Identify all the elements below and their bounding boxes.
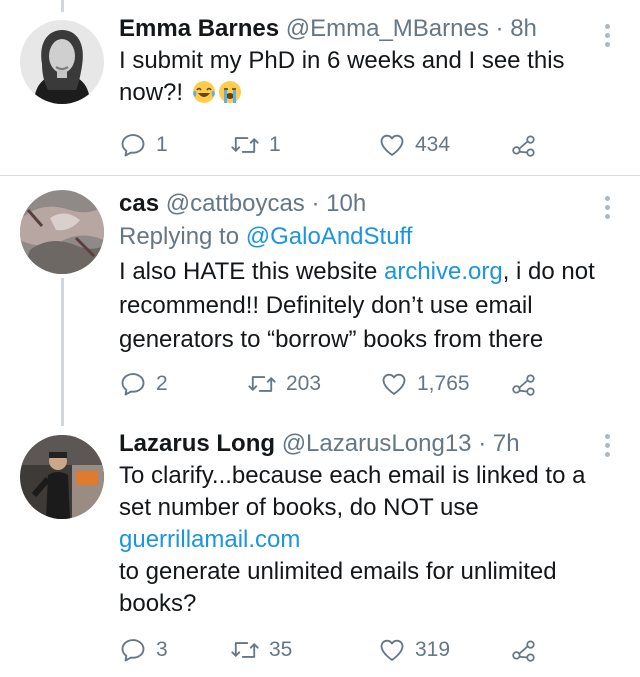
heart-icon [382, 373, 406, 395]
reply-icon [121, 134, 145, 157]
author-name[interactable]: cas [119, 190, 159, 217]
like-button[interactable]: 1,765 [380, 369, 470, 399]
retweet-button[interactable]: 203 [247, 369, 321, 399]
avatar[interactable] [20, 20, 104, 104]
author-handle[interactable]: @cattboycas [166, 190, 305, 217]
replying-to-label: Replying to [119, 223, 240, 250]
tweet-text-segment: , i do not [502, 258, 595, 285]
replying-to-handle[interactable]: @GaloAndStuff [246, 223, 413, 250]
reply-icon [121, 639, 145, 662]
tweet-text: I also HATE this website archive.org, i … [119, 255, 620, 357]
share-button[interactable] [511, 369, 537, 399]
tweet-header: Emma Barnes @Emma_MBarnes · 8h [119, 14, 620, 44]
tweet-header: Lazarus Long @LazarusLong13 · 7h [119, 429, 620, 459]
like-button[interactable]: 319 [378, 635, 450, 665]
share-icon [512, 374, 535, 396]
like-count: 319 [415, 638, 451, 661]
tweet-link[interactable]: guerrillamail.com [119, 524, 620, 556]
reply-count: 2 [156, 372, 168, 395]
like-count: 1,765 [417, 372, 470, 395]
tweet[interactable]: Lazarus Long @LazarusLong13 · 7h To clar… [0, 420, 640, 677]
reply-button[interactable]: 1 [119, 130, 168, 160]
tweet-timestamp[interactable]: 7h [493, 430, 520, 457]
reply-count: 3 [156, 638, 168, 661]
retweet-icon [231, 137, 259, 153]
tweet-text-line: set number of books, do NOT use [119, 494, 479, 521]
tweet-text-line: I submit my PhD in 6 weeks and I see thi… [119, 47, 565, 74]
reply-button[interactable]: 2 [119, 369, 168, 399]
reply-icon [121, 373, 145, 396]
author-name[interactable]: Lazarus Long [119, 430, 275, 457]
tweet-actions: 1 1 434 [119, 130, 559, 160]
tweet-text-line: To clarify...because each email is linke… [119, 462, 586, 489]
replying-to: Replying to @GaloAndStuff [119, 222, 620, 252]
retweet-icon [248, 376, 276, 392]
more-options-icon[interactable] [604, 434, 612, 461]
share-button[interactable] [511, 130, 537, 160]
tweet-text-line: now?! [119, 79, 184, 106]
more-options-icon[interactable] [604, 196, 612, 223]
tweet[interactable]: cas @cattboycas · 10h Replying to @GaloA… [0, 176, 640, 420]
tweet-text-line: generators to “borrow” books from there [119, 326, 544, 353]
reply-button[interactable]: 3 [119, 635, 168, 665]
separator-dot: · [311, 190, 320, 217]
loudly-crying-face-icon [218, 80, 242, 113]
author-handle[interactable]: @LazarusLong13 [282, 430, 472, 457]
tweet-text-line: recommend!! Definitely don’t use email [119, 292, 533, 319]
tweet-text: To clarify...because each email is linke… [119, 460, 620, 620]
share-icon [512, 135, 535, 157]
retweet-button[interactable]: 1 [230, 130, 281, 160]
retweet-count: 35 [269, 638, 293, 661]
avatar[interactable] [20, 435, 104, 519]
tweet-feed: Emma Barnes @Emma_MBarnes · 8h I submit … [0, 0, 640, 677]
heart-icon [380, 134, 404, 156]
retweet-count: 203 [286, 372, 322, 395]
author-name[interactable]: Emma Barnes [119, 15, 279, 42]
tweet-actions: 2 203 1,765 [119, 369, 559, 399]
tweet-text-line: books? [119, 590, 197, 617]
separator-dot: · [478, 430, 487, 457]
avatar[interactable] [20, 190, 104, 274]
heart-icon [380, 639, 404, 661]
tweet-text-line: to generate unlimited emails for unlimit… [119, 558, 557, 585]
more-options-icon[interactable] [604, 24, 612, 51]
tweet-header: cas @cattboycas · 10h [119, 189, 620, 219]
retweet-count: 1 [269, 133, 281, 156]
author-handle[interactable]: @Emma_MBarnes [286, 15, 489, 42]
retweet-icon [231, 642, 259, 658]
separator-dot: · [495, 15, 504, 42]
tweet-text: I submit my PhD in 6 weeks and I see thi… [119, 45, 620, 113]
like-button[interactable]: 434 [378, 130, 450, 160]
tweet-text-segment: I also HATE this website [119, 258, 384, 285]
tweet-timestamp[interactable]: 8h [510, 15, 537, 42]
face-with-tears-of-joy-icon [192, 80, 216, 113]
reply-count: 1 [156, 133, 168, 156]
tweet-actions: 3 35 319 [119, 635, 559, 665]
share-icon [512, 640, 535, 662]
tweet[interactable]: Emma Barnes @Emma_MBarnes · 8h I submit … [0, 0, 640, 175]
like-count: 434 [415, 133, 451, 156]
retweet-button[interactable]: 35 [230, 635, 292, 665]
tweet-link[interactable]: archive.org [384, 258, 503, 285]
share-button[interactable] [511, 635, 537, 665]
tweet-timestamp[interactable]: 10h [326, 190, 366, 217]
